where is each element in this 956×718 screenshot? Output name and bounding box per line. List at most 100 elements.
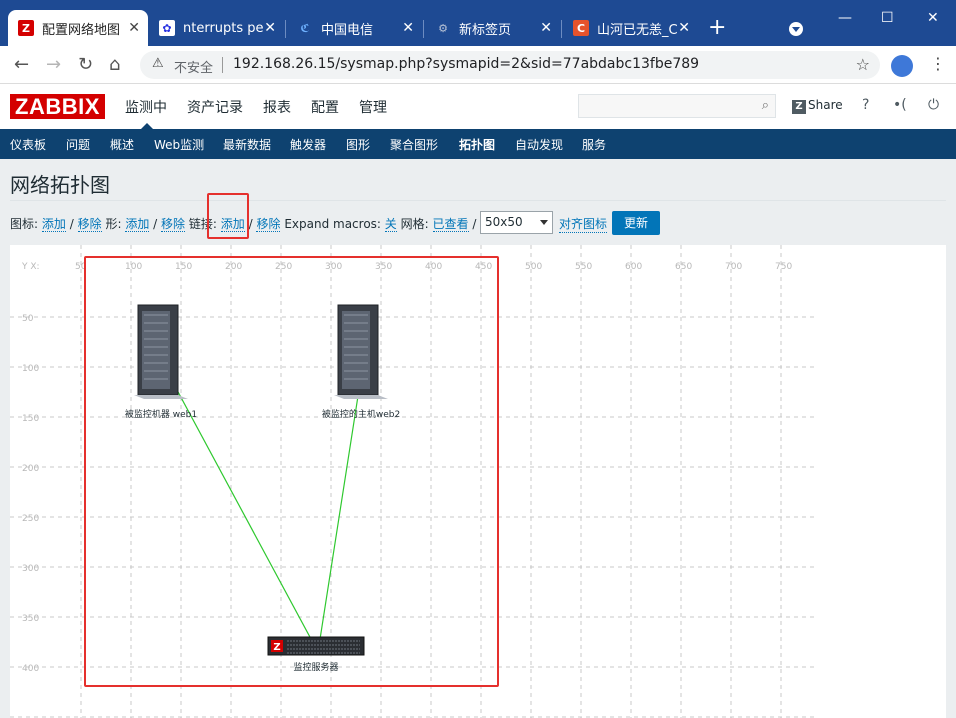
bookmark-star-icon[interactable]: ☆: [856, 55, 870, 74]
home-button[interactable]: ⌂: [109, 54, 120, 75]
add-shape-link[interactable]: 添加: [125, 217, 150, 232]
logout-icon[interactable]: ⏻: [928, 97, 939, 113]
y-tick-label: 50: [22, 314, 34, 324]
tab-title: 配置网络地图: [42, 22, 121, 38]
shape-label: 形:: [105, 217, 122, 231]
map-canvas[interactable]: Y X: 50 100 150 200 250 300 350 400 450 500 550 600 6…: [10, 245, 946, 718]
y-tick-label: 200: [22, 464, 39, 474]
title-divider: [10, 200, 946, 201]
share-link[interactable]: Z Share: [792, 98, 843, 114]
subnav-discovery[interactable]: 自动发现: [515, 136, 563, 153]
support-icon[interactable]: •(: [893, 97, 907, 113]
back-button[interactable]: ←: [14, 54, 29, 75]
maximize-button[interactable]: ☐: [881, 10, 894, 26]
forward-button[interactable]: →: [46, 54, 61, 75]
warning-icon[interactable]: ⚠: [152, 56, 164, 71]
menu-configuration[interactable]: 配置: [311, 97, 339, 117]
tab-title: nterrupts pe: [183, 20, 264, 36]
remove-icon-link[interactable]: 移除: [77, 217, 102, 232]
host-label[interactable]: 监控服务器: [293, 661, 338, 673]
add-icon-link[interactable]: 添加: [41, 217, 66, 232]
x-tick-label: 600: [625, 262, 642, 272]
remove-shape-link[interactable]: 移除: [161, 217, 186, 232]
map-link[interactable]: [317, 363, 364, 653]
x-tick-label: 150: [175, 262, 192, 272]
align-icons-link[interactable]: 对齐图标: [559, 215, 608, 233]
page-title: 网络拓扑图: [10, 173, 110, 197]
subnav-services[interactable]: 服务: [582, 136, 606, 153]
tab-title: 中国电信: [321, 22, 374, 38]
subnav-problems[interactable]: 问题: [66, 136, 90, 153]
browser-tab-telecom[interactable]: ℭ 中国电信 ✕: [287, 10, 422, 46]
share-badge-icon: Z: [792, 100, 806, 114]
close-tab-icon[interactable]: ✕: [402, 20, 414, 36]
global-search-input[interactable]: ⌕: [578, 94, 776, 118]
zabbix-favicon-icon: Z: [18, 20, 34, 36]
browser-tab-newtab[interactable]: ⚙ 新标签页 ✕: [425, 10, 560, 46]
menu-monitoring[interactable]: 监测中: [125, 97, 167, 117]
baidu-favicon-icon: ✿: [159, 20, 175, 36]
subnav-latest-data[interactable]: 最新数据: [223, 136, 271, 153]
insecure-label[interactable]: 不安全: [174, 57, 213, 76]
subnav-web[interactable]: Web监测: [154, 136, 204, 153]
close-tab-icon[interactable]: ✕: [540, 20, 552, 36]
zabbix-header: ZABBIX 监测中 资产记录 报表 配置 管理 ⌕ Z Share ? •( ⏻: [0, 84, 956, 129]
map-link[interactable]: [162, 363, 319, 653]
browser-tab-blog[interactable]: C 山河已无恙_C ✕: [563, 10, 698, 46]
tab-search-dropdown-icon[interactable]: [789, 22, 803, 36]
zabbix-logo[interactable]: ZABBIX: [10, 94, 105, 119]
menu-administration[interactable]: 管理: [359, 97, 387, 117]
grid-shown-toggle[interactable]: 已查看: [432, 217, 469, 232]
host-label[interactable]: 被监控的主机web2: [322, 408, 400, 420]
url-text[interactable]: 192.168.26.15/sysmap.php?sysmapid=2&sid=…: [233, 56, 699, 72]
minimize-button[interactable]: —: [838, 10, 852, 26]
browser-tab-zabbix[interactable]: Z 配置网络地图 ✕: [8, 10, 148, 46]
close-window-button[interactable]: ✕: [927, 10, 939, 26]
x-tick-label: 650: [675, 262, 692, 272]
subnav-maps[interactable]: 拓扑图: [459, 136, 495, 153]
menu-reports[interactable]: 报表: [263, 97, 291, 117]
map-edit-toolbar: 图标: 添加 / 移除 形: 添加 / 移除 链接: 添加 / 移除 Expan…: [10, 215, 493, 232]
browser-tab-interrupts[interactable]: ✿ nterrupts pe ✕: [149, 10, 284, 46]
tab-separator: [561, 20, 562, 38]
profile-avatar[interactable]: [891, 55, 913, 77]
separator: /: [69, 217, 74, 231]
subnav-dashboard[interactable]: 仪表板: [10, 136, 46, 153]
menu-inventory[interactable]: 资产记录: [187, 97, 243, 117]
grid-label: 网格:: [400, 217, 429, 231]
y-tick-label: 350: [22, 614, 39, 624]
close-tab-icon[interactable]: ✕: [678, 20, 690, 36]
y-tick-label: 100: [22, 364, 39, 374]
x-tick-label: 100: [125, 262, 142, 272]
x-tick-label: 500: [525, 262, 542, 272]
grid-size-select[interactable]: 50x50: [480, 211, 553, 234]
telecom-favicon-icon: ℭ: [300, 21, 310, 35]
new-tab-button[interactable]: +: [708, 17, 726, 39]
csdn-favicon-icon: C: [573, 20, 589, 36]
y-tick-label: 300: [22, 564, 39, 574]
remove-link-link[interactable]: 移除: [256, 217, 281, 232]
expand-macros-toggle[interactable]: 关: [384, 217, 397, 232]
separator: /: [153, 217, 158, 231]
subnav-triggers[interactable]: 触发器: [290, 136, 326, 153]
gear-favicon-icon: ⚙: [438, 21, 448, 35]
x-tick-label: 200: [225, 262, 242, 272]
browser-menu-icon[interactable]: ⋮: [930, 54, 946, 73]
x-tick-label: 700: [725, 262, 742, 272]
close-tab-icon[interactable]: ✕: [128, 20, 140, 36]
close-tab-icon[interactable]: ✕: [264, 20, 276, 36]
host-label[interactable]: 被监控机器 web1: [125, 408, 197, 420]
subnav-screens[interactable]: 聚合图形: [390, 136, 438, 153]
reload-button[interactable]: ↻: [78, 54, 93, 75]
server-shadow: [334, 395, 388, 399]
separator: /: [472, 217, 477, 231]
address-divider: [222, 57, 223, 73]
tab-title: 山河已无恙_C: [597, 22, 677, 38]
help-icon[interactable]: ?: [862, 97, 869, 113]
x-tick-label: 550: [575, 262, 592, 272]
subnav-graphs[interactable]: 图形: [346, 136, 370, 153]
subnav-overview[interactable]: 概述: [110, 136, 134, 153]
search-icon[interactable]: ⌕: [762, 98, 769, 113]
update-button[interactable]: 更新: [612, 211, 660, 235]
address-bar[interactable]: ⚠ 不安全 192.168.26.15/sysmap.php?sysmapid=…: [140, 51, 880, 79]
